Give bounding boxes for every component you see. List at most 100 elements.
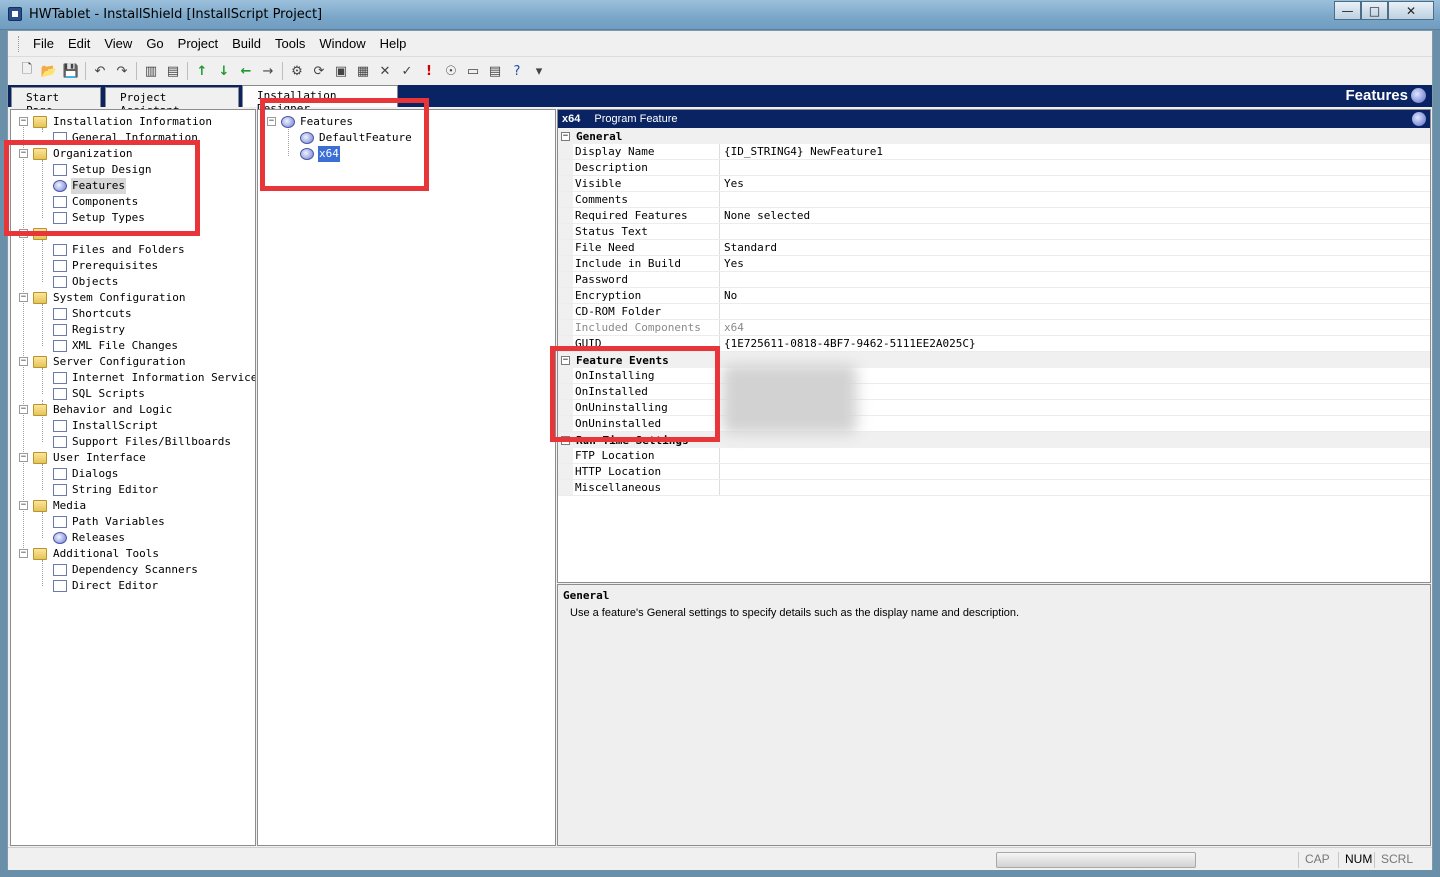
folder-icon[interactable]: ▤ — [484, 61, 506, 81]
help-icon[interactable]: ? — [506, 61, 528, 81]
menu-file[interactable]: File — [27, 34, 60, 53]
prop-description[interactable]: Description — [558, 160, 1430, 176]
minimize-button[interactable]: — — [1334, 1, 1361, 20]
horizontal-scrollbar[interactable] — [996, 852, 1196, 868]
collapse-icon[interactable]: − — [19, 357, 28, 366]
status-bar: CAP NUM SCRL — [8, 847, 1432, 870]
menu-window[interactable]: Window — [313, 34, 371, 53]
tree-item-installscript[interactable]: InstallScript — [11, 418, 255, 434]
files-folders-icon — [53, 244, 67, 256]
prop-ftp-location[interactable]: FTP Location — [558, 448, 1430, 464]
prop-visible[interactable]: Visible Yes — [558, 176, 1430, 192]
tree-item-iis[interactable]: Internet Information Services — [11, 370, 255, 386]
tree-item-registry[interactable]: Registry — [11, 322, 255, 338]
tree-item-support-files[interactable]: Support Files/Billboards — [11, 434, 255, 450]
prop-cdrom-folder[interactable]: CD-ROM Folder — [558, 304, 1430, 320]
open-icon[interactable]: 📂 — [38, 61, 60, 81]
features-tree: − Features DefaultFeature x64 — [257, 109, 556, 846]
tree-item-prerequisites[interactable]: Prerequisites — [11, 258, 255, 274]
prop-encryption[interactable]: Encryption No — [558, 288, 1430, 304]
menu-edit[interactable]: Edit — [62, 34, 96, 53]
tab-start-page[interactable]: Start Page — [11, 87, 101, 117]
collapse-icon[interactable]: − — [561, 131, 570, 141]
tree-item-dialogs[interactable]: Dialogs — [11, 466, 255, 482]
tree-item-shortcuts[interactable]: Shortcuts — [11, 306, 255, 322]
tree-item-releases[interactable]: Releases — [11, 530, 255, 546]
tree-item-xml-file-changes[interactable]: XML File Changes — [11, 338, 255, 354]
path-variables-icon — [53, 516, 67, 528]
menu-grip[interactable] — [18, 35, 21, 52]
menu-view[interactable]: View — [98, 34, 138, 53]
arrow-down-icon[interactable]: ↓ — [213, 61, 235, 81]
prop-included-components[interactable]: Included Components x64 — [558, 320, 1430, 336]
title-bar: HWTablet - InstallShield [InstallScript … — [0, 0, 1440, 30]
menu-project[interactable]: Project — [172, 34, 224, 53]
build-icon[interactable]: ⟳ — [308, 61, 330, 81]
prerequisites-icon — [53, 260, 67, 272]
collapse-icon[interactable]: − — [19, 453, 28, 462]
menu-build[interactable]: Build — [226, 34, 267, 53]
arrow-right-icon[interactable]: → — [257, 61, 279, 81]
toolbar: 🗋 📂 💾 ↶ ↷ ▥ ▤ ↑ ↓ ← → ⚙ ⟳ ▣ ▦ ✕ ✓ ! ☉ ▭ … — [8, 58, 1432, 84]
tab-project-assistant[interactable]: Project Assistant — [105, 87, 239, 117]
layout-icon[interactable]: ▥ — [140, 61, 162, 81]
properties-icon[interactable]: ▭ — [462, 61, 484, 81]
tree-item-system-configuration[interactable]: − System Configuration — [11, 290, 255, 306]
tree-item-objects[interactable]: Objects — [11, 274, 255, 290]
collapse-icon[interactable]: − — [19, 117, 28, 126]
tree-item-direct-editor[interactable]: Direct Editor — [11, 578, 255, 594]
category-general[interactable]: − General — [558, 128, 1430, 144]
tree-item-behavior-and-logic[interactable]: − Behavior and Logic — [11, 402, 255, 418]
prop-file-need[interactable]: File Need Standard — [558, 240, 1430, 256]
objects-icon — [53, 276, 67, 288]
tree-item-media[interactable]: − Media — [11, 498, 255, 514]
tree-item-files-and-folders[interactable]: Files and Folders — [11, 242, 255, 258]
compile-icon[interactable]: ⚙ — [286, 61, 308, 81]
new-icon[interactable]: 🗋 — [16, 61, 38, 81]
tree-item-server-configuration[interactable]: − Server Configuration — [11, 354, 255, 370]
test-icon[interactable]: ▦ — [352, 61, 374, 81]
tree-item-installation-information[interactable]: − Installation Information — [11, 114, 255, 130]
tree-item-user-interface[interactable]: − User Interface — [11, 450, 255, 466]
settings-icon[interactable]: ☉ — [440, 61, 462, 81]
menu-go[interactable]: Go — [140, 34, 169, 53]
menu-tools[interactable]: Tools — [269, 34, 311, 53]
collapse-icon[interactable]: − — [19, 501, 28, 510]
arrow-left-icon[interactable]: ← — [235, 61, 257, 81]
tree-item-path-variables[interactable]: Path Variables — [11, 514, 255, 530]
prop-required-features[interactable]: Required Features None selected — [558, 208, 1430, 224]
alert-icon[interactable]: ! — [418, 61, 440, 81]
arrow-up-icon[interactable]: ↑ — [191, 61, 213, 81]
layout-alt-icon[interactable]: ▤ — [162, 61, 184, 81]
close-button[interactable]: ✕ — [1388, 1, 1434, 20]
collapse-icon[interactable]: − — [19, 405, 28, 414]
stop-icon[interactable]: ✕ — [374, 61, 396, 81]
save-icon[interactable]: 💾 — [60, 61, 82, 81]
redaction-blur — [722, 364, 857, 434]
prop-comments[interactable]: Comments — [558, 192, 1430, 208]
prop-miscellaneous[interactable]: Miscellaneous — [558, 480, 1430, 496]
prop-status-text[interactable]: Status Text — [558, 224, 1430, 240]
toolbar-separator — [282, 62, 283, 80]
prop-http-location[interactable]: HTTP Location — [558, 464, 1430, 480]
prop-include-in-build[interactable]: Include in Build Yes — [558, 256, 1430, 272]
redo-icon[interactable]: ↷ — [111, 61, 133, 81]
dropdown-icon[interactable]: ▾ — [528, 61, 550, 81]
tree-item-sql-scripts[interactable]: SQL Scripts — [11, 386, 255, 402]
dependency-scanners-icon — [53, 564, 67, 576]
tree-item-additional-tools[interactable]: − Additional Tools — [11, 546, 255, 562]
maximize-button[interactable]: □ — [1361, 1, 1388, 20]
undo-icon[interactable]: ↶ — [89, 61, 111, 81]
menu-help[interactable]: Help — [374, 34, 413, 53]
prop-display-name[interactable]: Display Name {ID_STRING4} NewFeature1 — [558, 144, 1430, 160]
toolbar-separator — [187, 62, 188, 80]
collapse-icon[interactable]: − — [19, 549, 28, 558]
tree-item-dependency-scanners[interactable]: Dependency Scanners — [11, 562, 255, 578]
prop-password[interactable]: Password — [558, 272, 1430, 288]
validate-icon[interactable]: ✓ — [396, 61, 418, 81]
tree-item-string-editor[interactable]: String Editor — [11, 482, 255, 498]
window-controls: — □ ✕ — [1334, 1, 1434, 20]
collapse-icon[interactable]: − — [19, 293, 28, 302]
help-pane: General Use a feature's General settings… — [557, 584, 1431, 846]
run-icon[interactable]: ▣ — [330, 61, 352, 81]
